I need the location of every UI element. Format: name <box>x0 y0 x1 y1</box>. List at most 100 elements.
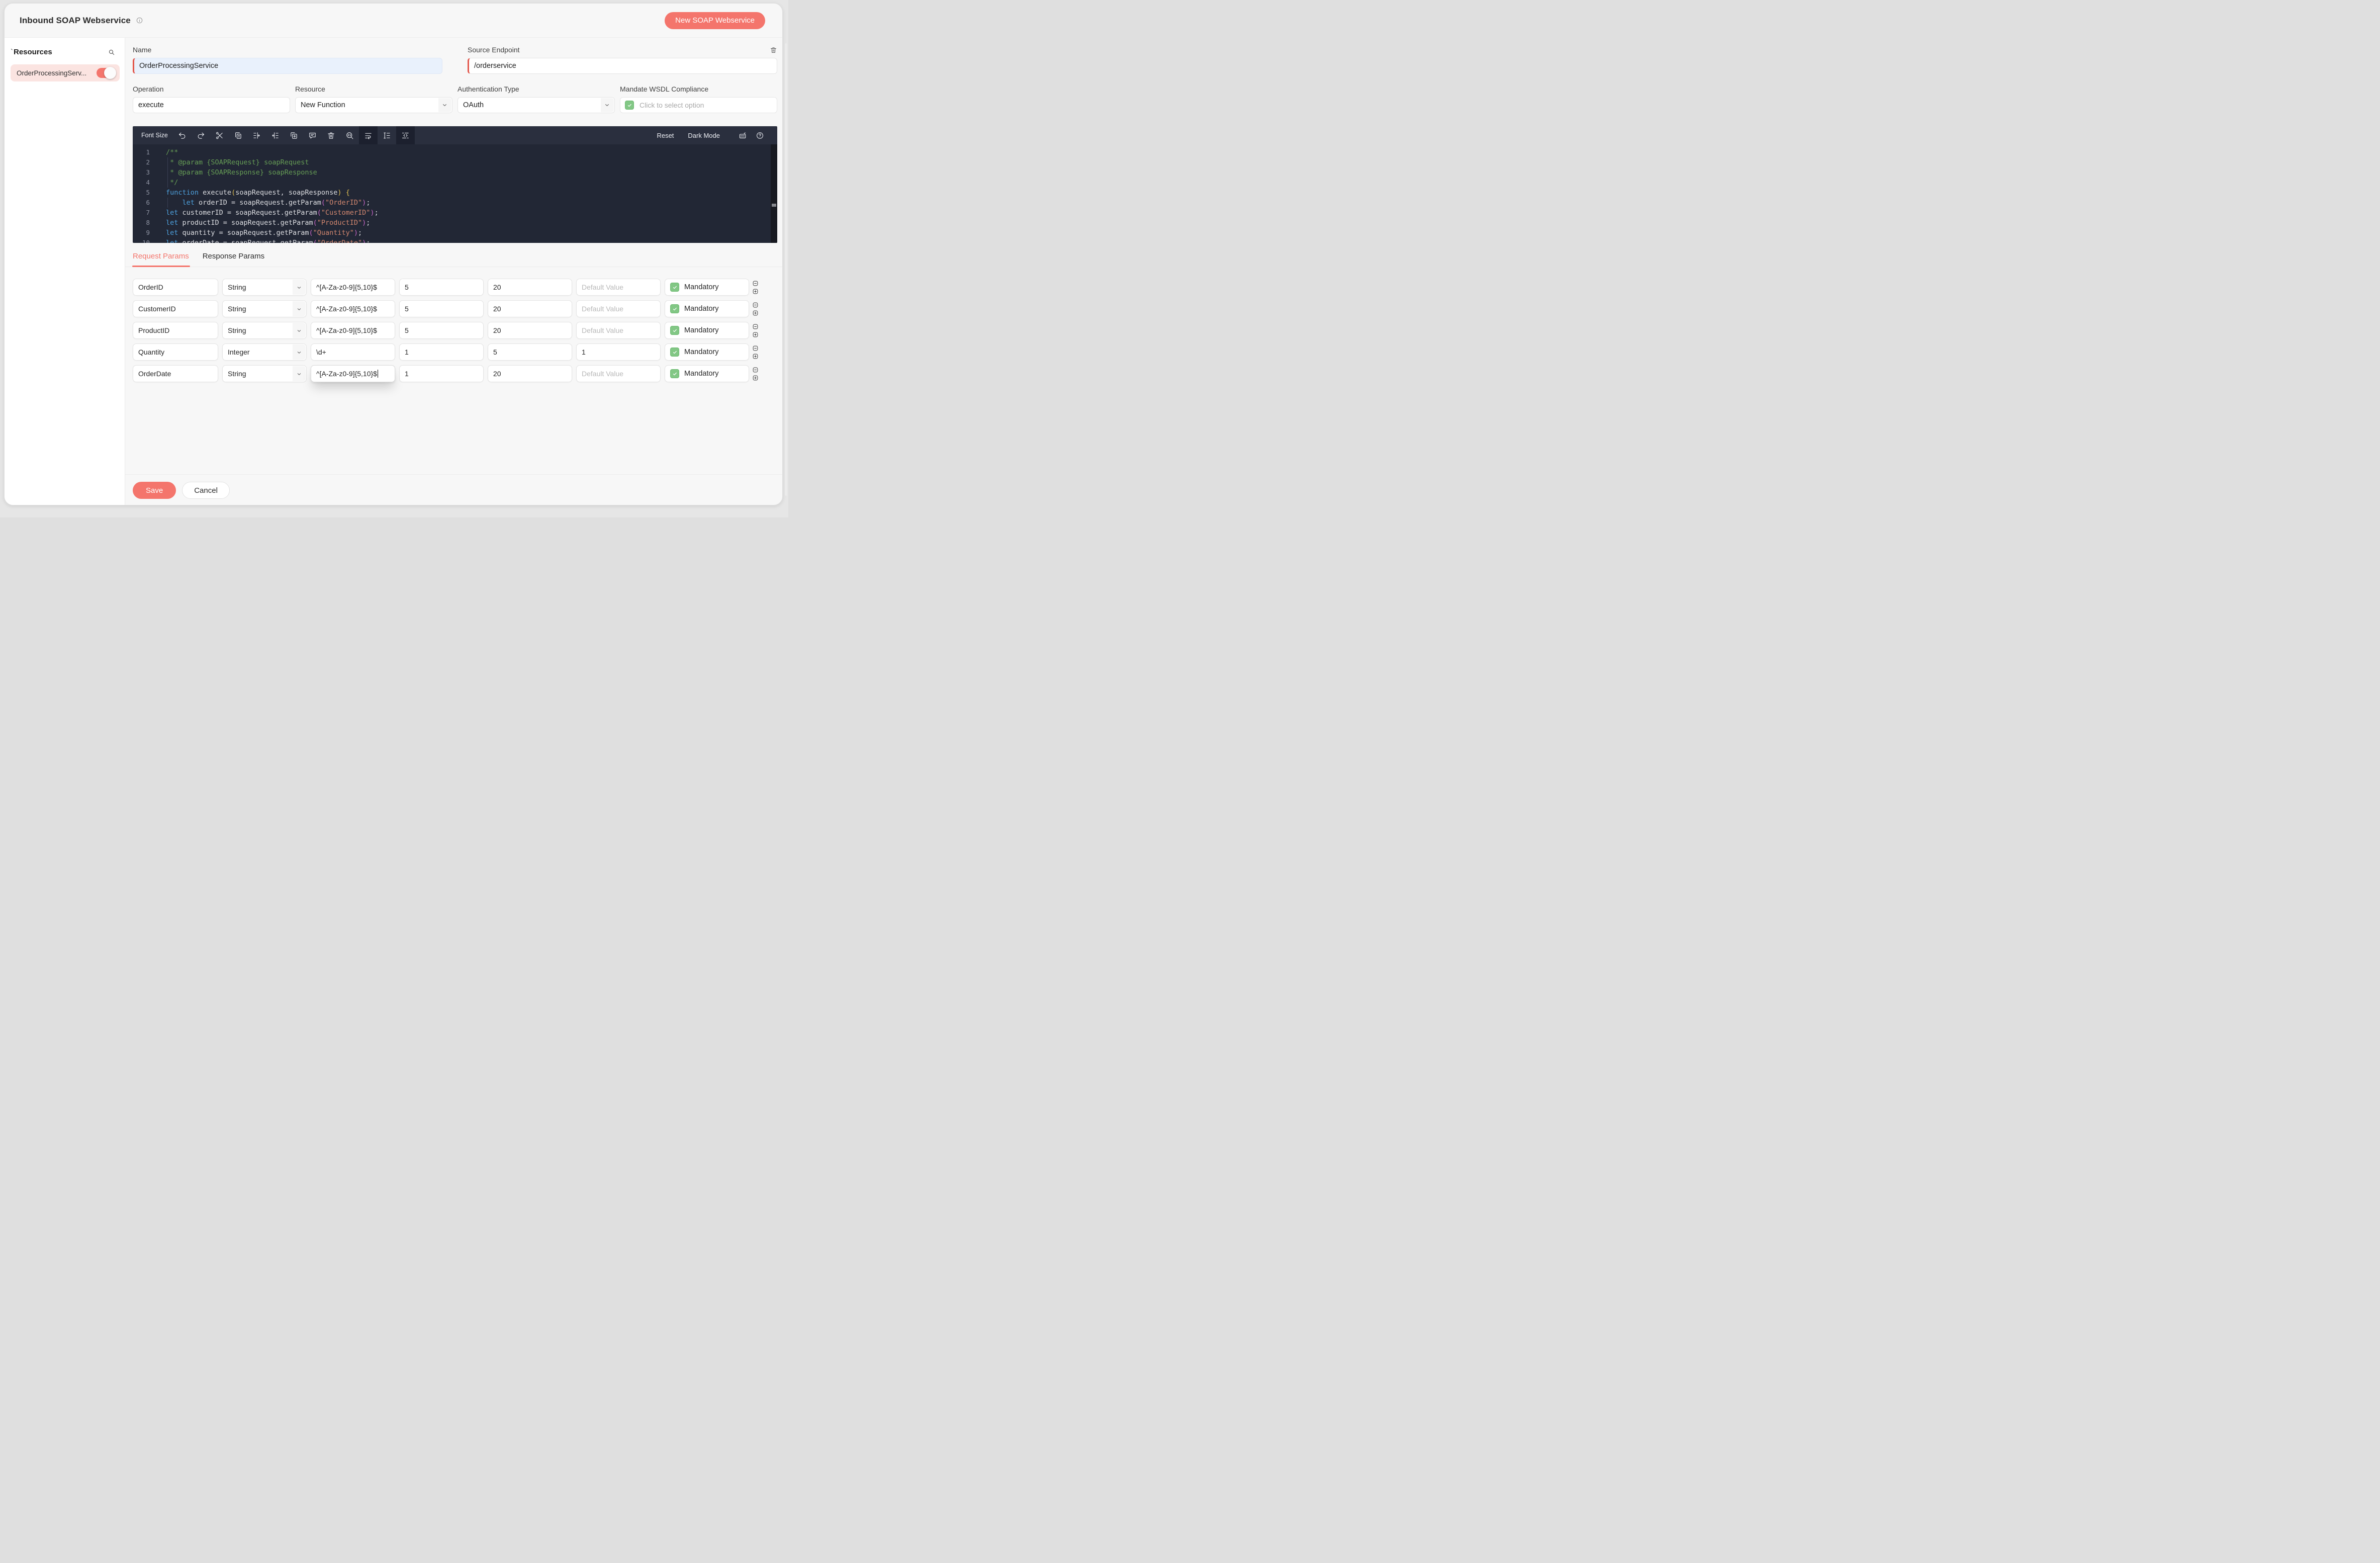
operation-label: Operation <box>133 85 164 93</box>
info-icon[interactable] <box>136 17 143 24</box>
param-min-input[interactable]: 1 <box>399 365 484 382</box>
param-max-input[interactable]: 20 <box>488 322 572 339</box>
param-pattern-input[interactable]: ^[A-Za-z0-9]{5,10}$ <box>311 300 395 317</box>
param-max-input[interactable]: 20 <box>488 365 572 382</box>
name-label: Name <box>133 46 152 54</box>
param-mandatory-option[interactable]: Mandatory <box>665 279 749 296</box>
font-size-control[interactable]: Font Size <box>141 132 168 139</box>
param-default-input[interactable]: Default Value <box>576 322 661 339</box>
add-param-button[interactable] <box>752 331 759 338</box>
new-soap-webservice-button[interactable]: New SOAP Webservice <box>665 12 765 29</box>
code-line: 6 let orderID = soapRequest.getParam("Or… <box>133 198 777 208</box>
undo-icon[interactable] <box>173 126 192 144</box>
param-pattern-input[interactable]: ^[A-Za-z0-9]{5,10}$ <box>311 365 395 382</box>
param-name-input[interactable]: OrderDate <box>133 365 218 382</box>
line-number: 7 <box>146 209 150 216</box>
param-pattern-input[interactable]: ^[A-Za-z0-9]{5,10}$ <box>311 279 395 296</box>
reset-button[interactable]: Reset <box>657 132 674 139</box>
param-min-input[interactable]: 5 <box>399 279 484 296</box>
param-mandatory-option[interactable]: Mandatory <box>665 300 749 317</box>
editor-scrollbar[interactable] <box>771 144 777 243</box>
trash-icon[interactable] <box>770 46 777 54</box>
operation-input[interactable] <box>133 97 290 113</box>
param-mandatory-checkbox[interactable] <box>670 304 679 313</box>
save-button[interactable]: Save <box>133 482 176 499</box>
page-scrollbar[interactable] <box>785 43 787 496</box>
param-type-select[interactable]: String <box>222 365 307 382</box>
param-type-select[interactable]: Integer <box>222 343 307 361</box>
remove-param-button[interactable] <box>752 345 759 352</box>
resource-select-value: New Function <box>301 101 345 109</box>
indent-increase-icon[interactable] <box>247 126 266 144</box>
dark-mode-button[interactable]: Dark Mode <box>688 132 720 139</box>
param-mandatory-checkbox[interactable] <box>670 326 679 335</box>
add-param-button[interactable] <box>752 375 759 381</box>
remove-param-button[interactable] <box>752 367 759 373</box>
sidebar-item-orderprocessingserv[interactable]: OrderProcessingServ... <box>11 64 120 81</box>
param-mandatory-checkbox[interactable] <box>670 348 679 357</box>
param-mandatory-checkbox[interactable] <box>670 369 679 378</box>
param-mandatory-option[interactable]: Mandatory <box>665 365 749 382</box>
word-wrap-icon[interactable] <box>358 126 378 144</box>
copy-icon[interactable] <box>229 126 247 144</box>
add-param-button[interactable] <box>752 353 759 360</box>
footer: Save Cancel <box>133 475 777 505</box>
comment-icon[interactable] <box>303 126 322 144</box>
editor-scrollbar-thumb[interactable] <box>772 204 776 207</box>
code-editor[interactable]: Font Size Reset Dark Mode 1/** 2 * @param… <box>133 126 777 243</box>
keyboard-icon[interactable] <box>734 126 751 144</box>
param-name-input[interactable]: ProductID <box>133 322 218 339</box>
param-name-input[interactable]: Quantity <box>133 343 218 361</box>
param-max-input[interactable]: 5 <box>488 343 572 361</box>
param-name-input[interactable]: OrderID <box>133 279 218 296</box>
code-block-icon[interactable] <box>396 126 415 144</box>
remove-param-button[interactable] <box>752 302 759 308</box>
param-type-select[interactable]: String <box>222 300 307 317</box>
line-number: 3 <box>146 168 150 176</box>
param-type-select[interactable]: String <box>222 279 307 296</box>
param-name-input[interactable]: CustomerID <box>133 300 218 317</box>
remove-param-button[interactable] <box>752 280 759 287</box>
param-default-input[interactable]: Default Value <box>576 365 661 382</box>
param-pattern-input[interactable]: ^[A-Za-z0-9]{5,10}$ <box>311 322 395 339</box>
param-default-input[interactable]: 1 <box>576 343 661 361</box>
code-search-icon[interactable] <box>340 126 359 144</box>
param-max-input[interactable]: 20 <box>488 300 572 317</box>
line-number: 2 <box>146 158 150 166</box>
name-input[interactable] <box>133 58 442 74</box>
param-default-input[interactable]: Default Value <box>576 300 661 317</box>
resource-enabled-toggle[interactable] <box>97 67 116 79</box>
redo-icon[interactable] <box>192 126 210 144</box>
param-mandatory-checkbox[interactable] <box>670 283 679 292</box>
add-param-button[interactable] <box>752 288 759 295</box>
param-min-input[interactable]: 1 <box>399 343 484 361</box>
param-min-input[interactable]: 5 <box>399 322 484 339</box>
param-max-input[interactable]: 20 <box>488 279 572 296</box>
help-icon[interactable] <box>751 126 768 144</box>
param-mandatory-option[interactable]: Mandatory <box>665 343 749 361</box>
tab-request-params[interactable]: Request Params <box>132 252 190 267</box>
param-min-input[interactable]: 5 <box>399 300 484 317</box>
line-spacing-icon[interactable] <box>378 126 396 144</box>
code-area[interactable]: 1/** 2 * @param {SOAPRequest} soapRequest… <box>133 144 777 243</box>
wsdl-compliance-option[interactable]: Click to select option <box>620 97 777 113</box>
source-endpoint-input[interactable] <box>468 58 777 74</box>
wsdl-checkbox[interactable] <box>625 101 634 110</box>
resource-select[interactable]: New Function <box>295 97 452 113</box>
param-default-input[interactable]: Default Value <box>576 279 661 296</box>
cancel-button[interactable]: Cancel <box>182 482 230 499</box>
remove-param-button[interactable] <box>752 323 759 330</box>
add-param-button[interactable] <box>752 310 759 316</box>
auth-type-select[interactable]: OAuth <box>457 97 615 113</box>
param-pattern-input[interactable]: \d+ <box>311 343 395 361</box>
chevron-down-icon <box>296 284 302 290</box>
duplicate-icon[interactable] <box>285 126 303 144</box>
code-text: * @param {SOAPResponse} soapResponse <box>156 167 317 178</box>
param-mandatory-option[interactable]: Mandatory <box>665 322 749 339</box>
tab-response-params[interactable]: Response Params <box>203 252 264 267</box>
cut-icon[interactable] <box>210 126 229 144</box>
delete-icon[interactable] <box>322 126 340 144</box>
search-icon[interactable] <box>108 48 116 56</box>
indent-decrease-icon[interactable] <box>266 126 285 144</box>
param-type-select[interactable]: String <box>222 322 307 339</box>
